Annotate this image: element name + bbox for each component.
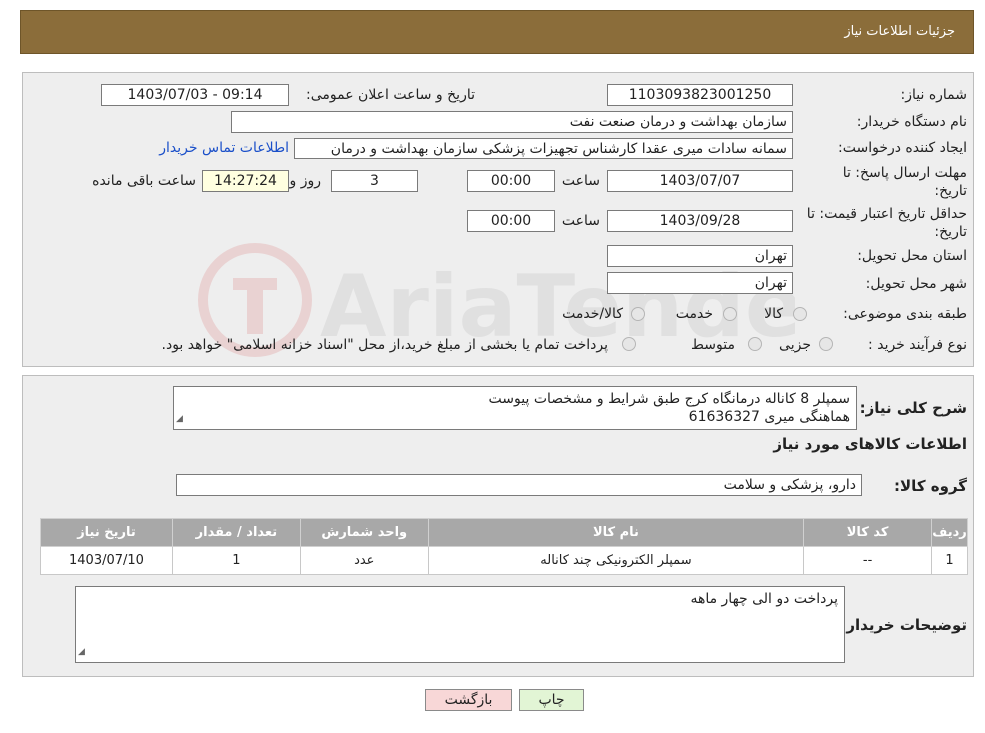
goods-group-label: گروه کالا: [894, 477, 967, 495]
validity-label-1: حداقل تاریخ اعتبار قیمت: تا [806, 206, 967, 222]
deadline-label-2: تاریخ: [934, 183, 967, 199]
buyer-org-field: سازمان بهداشت و درمان صنعت نفت [231, 111, 793, 133]
category-radio-both[interactable] [631, 307, 645, 321]
process-radio-treasury[interactable] [622, 337, 636, 351]
province-label: استان محل تحویل: [857, 248, 967, 264]
cell-row-number: 1 [931, 546, 968, 575]
need-number-label: شماره نیاز: [900, 87, 968, 103]
process-radio-medium[interactable] [748, 337, 762, 351]
resize-grip-icon[interactable]: ◢ [176, 410, 183, 428]
creator-label: ایجاد کننده درخواست: [838, 140, 967, 156]
validity-date-field: 1403/09/28 [607, 210, 793, 232]
resize-grip-icon[interactable]: ◢ [78, 643, 85, 661]
city-field: تهران [607, 272, 793, 294]
goods-info-title: اطلاعات کالاهای مورد نیاز [773, 435, 967, 453]
process-label: نوع فرآیند خرید : [868, 337, 967, 353]
validity-time-label: ساعت [561, 213, 600, 229]
announce-field: 1403/07/03 - 09:14 [101, 84, 289, 106]
goods-table: ردیف کد کالا نام کالا واحد شمارش تعداد /… [40, 518, 968, 575]
category-option-goods: کالا [764, 306, 783, 322]
buyer-notes-text: پرداخت دو الی چهار ماهه [690, 591, 838, 607]
summary-label: شرح کلی نیاز: [859, 399, 967, 417]
cell-goods-name: سمپلر الکترونیکی چند کاناله [427, 546, 805, 575]
province-field: تهران [607, 245, 793, 267]
process-option-minor: جزیی [779, 337, 811, 353]
summary-line-2: هماهنگی میری 61636327 [688, 409, 850, 425]
col-unit: واحد شمارش [299, 518, 429, 547]
deadline-date-field: 1403/07/07 [607, 170, 793, 192]
category-radio-goods[interactable] [793, 307, 807, 321]
summary-textarea[interactable]: سمپلر 8 کاناله درمانگاه کرج طبق شرایط و … [173, 386, 857, 430]
goods-group-field: دارو، پزشکی و سلامت [176, 474, 862, 496]
category-option-service: خدمت [675, 306, 713, 322]
col-row-number: ردیف [931, 518, 968, 547]
process-option-medium: متوسط [691, 337, 735, 353]
category-option-both: کالا/خدمت [562, 306, 623, 322]
goods-table-header: ردیف کد کالا نام کالا واحد شمارش تعداد /… [40, 518, 968, 547]
print-button[interactable]: چاپ [519, 689, 584, 711]
col-quantity: تعداد / مقدار [171, 518, 301, 547]
deadline-time-label: ساعت [561, 173, 600, 189]
cell-goods-code: -- [803, 546, 933, 575]
need-number-field: 1103093823001250 [607, 84, 793, 106]
category-radio-service[interactable] [723, 307, 737, 321]
days-field: 3 [331, 170, 418, 192]
buyer-notes-label: توضیحات خریدار: [840, 616, 967, 634]
remaining-time-label: ساعت باقی مانده [92, 173, 196, 189]
days-label: روز و [289, 173, 322, 189]
contact-buyer-link[interactable]: اطلاعات تماس خریدار [159, 140, 289, 156]
page-header: جزئیات اطلاعات نیاز [20, 10, 974, 54]
deadline-label-1: مهلت ارسال پاسخ: تا [842, 165, 967, 181]
buyer-notes-textarea[interactable]: پرداخت دو الی چهار ماهه ◢ [75, 586, 845, 663]
col-goods-code: کد کالا [803, 518, 933, 547]
cell-need-date: 1403/07/10 [40, 546, 173, 575]
col-need-date: تاریخ نیاز [40, 518, 173, 547]
remaining-time-field: 14:27:24 [202, 170, 289, 192]
creator-field: سمانه سادات میری عقدا کارشناس تجهیزات پز… [294, 138, 793, 159]
process-radio-minor[interactable] [819, 337, 833, 351]
validity-label-2: تاریخ: [934, 224, 967, 240]
page-title: جزئیات اطلاعات نیاز [844, 24, 955, 39]
process-note: پرداخت تمام یا بخشی از مبلغ خرید،از محل … [161, 337, 608, 353]
buyer-org-label: نام دستگاه خریدار: [856, 114, 967, 130]
summary-line-1: سمپلر 8 کاناله درمانگاه کرج طبق شرایط و … [488, 391, 850, 407]
validity-time-field: 00:00 [467, 210, 555, 232]
announce-label: تاریخ و ساعت اعلان عمومی: [306, 87, 475, 103]
deadline-time-field: 00:00 [467, 170, 555, 192]
back-button[interactable]: بازگشت [425, 689, 512, 711]
table-row: 1 -- سمپلر الکترونیکی چند کاناله عدد 1 1… [40, 546, 968, 575]
cell-unit: عدد [299, 546, 429, 575]
cell-quantity: 1 [171, 546, 301, 575]
col-goods-name: نام کالا [427, 518, 805, 547]
category-label: طبقه بندی موضوعی: [843, 306, 967, 322]
city-label: شهر محل تحویل: [865, 276, 967, 292]
